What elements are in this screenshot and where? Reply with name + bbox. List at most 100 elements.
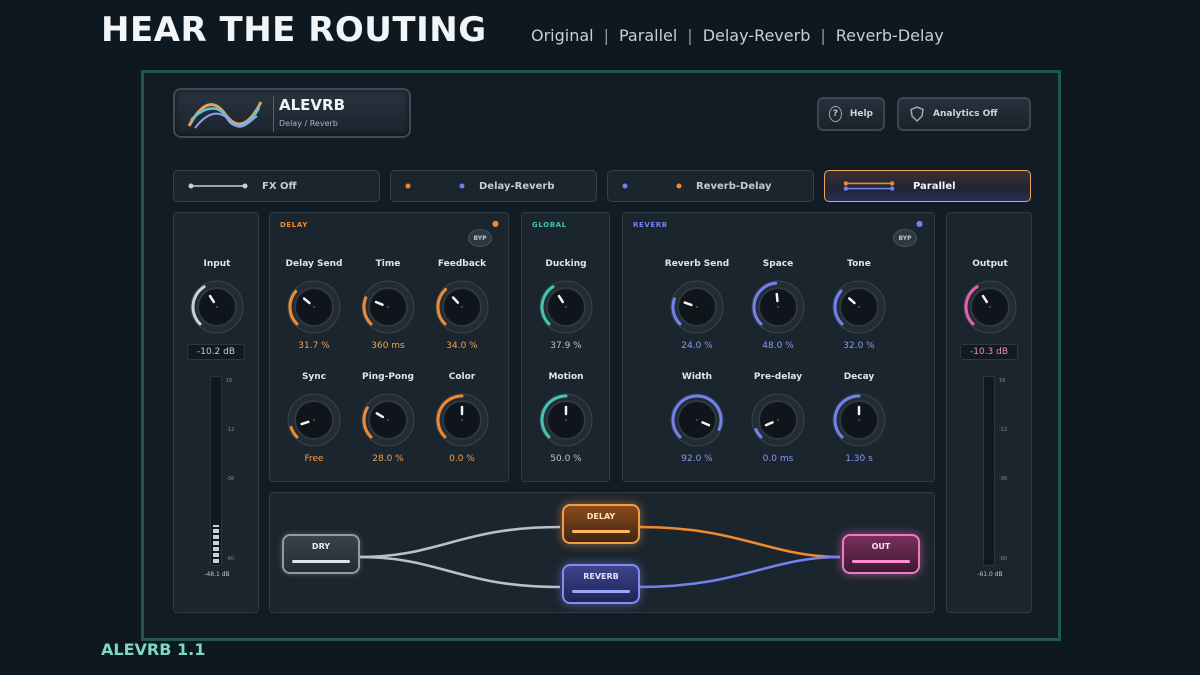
- meter-tick: -60: [226, 556, 235, 562]
- node-out-label: OUT: [871, 542, 891, 551]
- node-strip: [572, 590, 630, 593]
- knob-value[interactable]: 24.0 %: [657, 341, 737, 351]
- delay-indicator: ●: [492, 219, 499, 228]
- reverb-indicator: ●: [916, 219, 923, 228]
- analytics-toggle-button[interactable]: Analytics Off: [897, 97, 1031, 131]
- knob-value[interactable]: Free: [274, 454, 354, 464]
- reverb-knob[interactable]: [831, 279, 887, 335]
- version-label: ALEVRB 1.1: [101, 640, 206, 659]
- reverb-knob[interactable]: [669, 279, 725, 335]
- node-dry[interactable]: DRY: [282, 534, 360, 574]
- help-icon: ?: [829, 106, 842, 122]
- delay-knob[interactable]: [434, 392, 490, 448]
- knob-block: Decay 1.30 s: [819, 372, 899, 464]
- output-value[interactable]: -10.3 dB: [960, 344, 1018, 360]
- meter-tick: -36: [999, 476, 1008, 482]
- knob-label: Time: [375, 259, 401, 269]
- knob-value[interactable]: 360 ms: [348, 341, 428, 351]
- knob-block: Motion 50.0 %: [526, 372, 606, 464]
- routing-nav-parallel[interactable]: Parallel: [619, 26, 677, 45]
- node-out[interactable]: OUT: [842, 534, 920, 574]
- meter-tick: 16: [226, 378, 233, 384]
- input-knob[interactable]: [189, 279, 245, 335]
- analytics-label: Analytics Off: [933, 109, 998, 119]
- routing-nav-original[interactable]: Original: [531, 26, 594, 45]
- knob-value[interactable]: 28.0 %: [348, 454, 428, 464]
- knob-label: Decay: [843, 372, 875, 382]
- logo-box: ALEVRB Delay / Reverb: [173, 88, 411, 138]
- shield-icon: [910, 106, 924, 122]
- reverb-knob[interactable]: [750, 392, 806, 448]
- knob-block: Feedback 34.0 %: [422, 259, 502, 351]
- route-button-reverb-delay[interactable]: Reverb-Delay: [607, 170, 814, 202]
- output-label: Output: [972, 259, 1008, 269]
- route-label: Delay-Reverb: [479, 180, 555, 192]
- knob-value[interactable]: 1.30 s: [819, 454, 899, 464]
- reverb-bypass-button[interactable]: BYP: [893, 229, 917, 247]
- wire-reverb-delay-icon: [622, 183, 682, 189]
- reverb-panel: REVERB BYP ● Reverb Send 24.0 % Space 48.0 …: [622, 212, 935, 482]
- delay-knob[interactable]: [286, 279, 342, 335]
- knob-block: Pre-delay 0.0 ms: [738, 372, 818, 464]
- app-subtitle: Delay / Reverb: [279, 119, 338, 128]
- node-delay[interactable]: DELAY: [562, 504, 640, 544]
- routing-nav-reverb-delay[interactable]: Reverb-Delay: [836, 26, 944, 45]
- route-button-parallel[interactable]: Parallel: [824, 170, 1031, 202]
- delay-knob[interactable]: [434, 279, 490, 335]
- wire-parallel-icon: [843, 181, 895, 191]
- knob-label: Delay Send: [285, 259, 343, 269]
- output-meter: [983, 376, 995, 566]
- knob-label: Tone: [847, 259, 871, 269]
- reverb-knob[interactable]: [831, 392, 887, 448]
- output-knob[interactable]: [962, 279, 1018, 335]
- app-name: ALEVRB: [279, 96, 346, 114]
- input-knob-block: Input: [177, 259, 257, 335]
- route-button-fx-off[interactable]: FX Off: [173, 170, 380, 202]
- knob-label: Reverb Send: [664, 259, 730, 269]
- knob-value[interactable]: 31.7 %: [274, 341, 354, 351]
- route-label: FX Off: [262, 180, 297, 192]
- help-button[interactable]: ? Help: [817, 97, 885, 131]
- input-meter-readout: -48.1 dB: [204, 571, 230, 578]
- knob-value[interactable]: 37.9 %: [526, 341, 606, 351]
- input-value[interactable]: -10.2 dB: [187, 344, 245, 360]
- delay-knob[interactable]: [286, 392, 342, 448]
- knob-block: Sync Free: [274, 372, 354, 464]
- knob-value[interactable]: 34.0 %: [422, 341, 502, 351]
- route-button-delay-reverb[interactable]: Delay-Reverb: [390, 170, 597, 202]
- input-label: Input: [203, 259, 231, 269]
- output-meter-readout: -61.0 dB: [977, 571, 1003, 578]
- knob-label: Ping-Pong: [362, 372, 414, 382]
- plugin-header: ALEVRB Delay / Reverb ? Help Analytics O…: [153, 77, 1050, 143]
- delay-knob[interactable]: [360, 392, 416, 448]
- knob-value[interactable]: 50.0 %: [526, 454, 606, 464]
- alevrb-logo-icon: [187, 101, 263, 129]
- delay-knob[interactable]: [360, 279, 416, 335]
- knob-value[interactable]: 0.0 ms: [738, 454, 818, 464]
- delay-bypass-button[interactable]: BYP: [468, 229, 492, 247]
- global-title: GLOBAL: [532, 221, 567, 229]
- knob-value[interactable]: 92.0 %: [657, 454, 737, 464]
- input-level-fill: [213, 525, 219, 563]
- knob-block: Width 92.0 %: [657, 372, 737, 464]
- routing-nav-delay-reverb[interactable]: Delay-Reverb: [703, 26, 811, 45]
- routing-nav: Original | Parallel | Delay-Reverb | Rev…: [531, 26, 944, 45]
- knob-label: Ducking: [545, 259, 587, 269]
- meter-tick: 16: [999, 378, 1006, 384]
- node-delay-label: DELAY: [586, 512, 616, 521]
- knob-value[interactable]: 32.0 %: [819, 341, 899, 351]
- knob-block: Time 360 ms: [348, 259, 428, 351]
- knob-value[interactable]: 48.0 %: [738, 341, 818, 351]
- knob-value[interactable]: 0.0 %: [422, 454, 502, 464]
- reverb-knob[interactable]: [669, 392, 725, 448]
- global-knob[interactable]: [538, 279, 594, 335]
- global-knob[interactable]: [538, 392, 594, 448]
- knob-block: Tone 32.0 %: [819, 259, 899, 351]
- reverb-knob[interactable]: [750, 279, 806, 335]
- node-reverb[interactable]: REVERB: [562, 564, 640, 604]
- knob-label: Feedback: [437, 259, 487, 269]
- knob-block: Delay Send 31.7 %: [274, 259, 354, 351]
- knob-block: Reverb Send 24.0 %: [657, 259, 737, 351]
- input-meter: [210, 376, 222, 566]
- meter-tick: -12: [999, 427, 1008, 433]
